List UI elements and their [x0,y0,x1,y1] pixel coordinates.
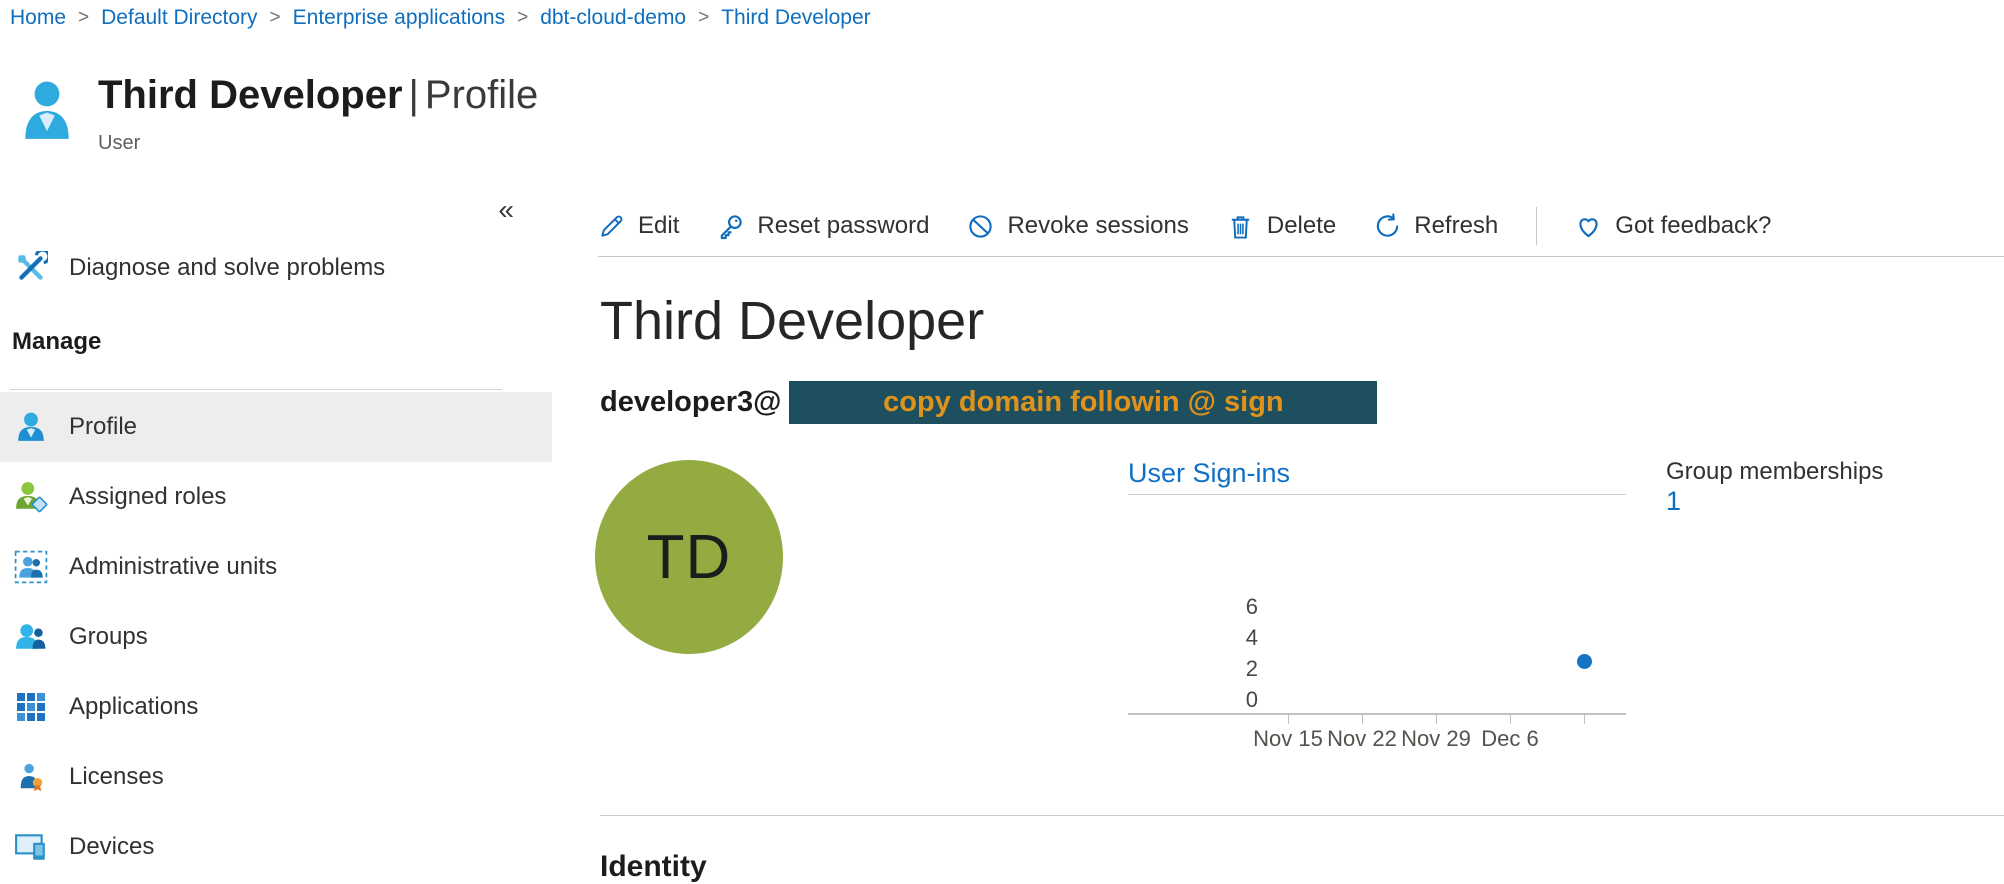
sidebar-divider [10,389,502,390]
page-title: Third Developer|Profile [98,72,538,118]
pencil-icon [598,213,625,240]
toolbar-button-label: Refresh [1414,212,1498,240]
toolbar-divider [1536,207,1537,245]
domain-redaction-overlay: copy domain followin @ sign [789,381,1377,424]
delete-button[interactable]: Delete [1227,212,1336,240]
block-icon [967,213,994,240]
sidebar-item-licenses[interactable]: Licenses [0,742,552,812]
toolbar-button-label: Reset password [757,212,929,240]
chevron-right-icon: > [517,7,528,29]
chart-y-tick-label: 4 [1128,625,1258,651]
toolbar-button-label: Edit [638,212,679,240]
sidebar-item-label: Assigned roles [69,483,226,511]
assigned-roles-icon [12,479,49,516]
chart-x-tick [1510,715,1511,724]
user-display-name: Third Developer [600,290,984,352]
groups-icon [12,619,49,656]
breadcrumb-link-enterprise-applications[interactable]: Enterprise applications [293,6,505,30]
chart-y-tick-label: 2 [1128,656,1258,682]
sidebar: « Diagnose and solve problems Manage Pro… [0,186,552,884]
page-header: Third Developer|Profile User [22,72,538,155]
refresh-button[interactable]: Refresh [1374,212,1498,240]
sidebar-collapse-button[interactable]: « [498,194,514,226]
sidebar-item-applications[interactable]: Applications [0,672,552,742]
breadcrumb: Home > Default Directory > Enterprise ap… [10,6,871,30]
sidebar-item-label: Groups [69,623,148,651]
key-icon [717,213,744,240]
object-type-label: User [98,132,538,155]
avatar: TD [595,460,783,654]
page-title-subtitle: Profile [425,73,538,117]
toolbar-button-label: Delete [1267,212,1336,240]
toolbar-button-label: Revoke sessions [1007,212,1188,240]
chart-data-point [1577,654,1592,669]
chart-y-tick-label: 0 [1128,687,1258,713]
sidebar-item-devices[interactable]: Devices [0,812,552,882]
sidebar-item-assigned-roles[interactable]: Assigned roles [0,462,552,532]
chart-x-tick [1288,715,1289,724]
breadcrumb-link-third-developer[interactable]: Third Developer [721,6,870,30]
sidebar-section-manage: Manage [12,328,101,356]
user-principal-name: developer3@ copy domain followin @ sign [600,381,1377,424]
chart-title-link[interactable]: User Sign-ins [1128,458,1290,488]
chevron-right-icon: > [270,7,281,29]
sidebar-item-label: Administrative units [69,553,277,581]
sidebar-item-label: Diagnose and solve problems [69,254,385,282]
group-memberships-count-link[interactable]: 1 [1666,486,1681,516]
trash-icon [1227,213,1254,240]
chart-y-tick-label: 6 [1128,594,1258,620]
breadcrumb-link-default-directory[interactable]: Default Directory [101,6,257,30]
user-icon [12,409,49,446]
identity-section-heading: Identity [600,850,707,884]
sidebar-item-label: Profile [69,413,137,441]
edit-button[interactable]: Edit [598,212,679,240]
group-memberships-block: Group memberships 1 [1666,458,1883,517]
chart-title-divider [1128,494,1626,495]
username-prefix: developer3@ [600,386,781,419]
sidebar-nav: Profile Assigned roles [0,392,552,882]
devices-icon [12,829,49,866]
reset-password-button[interactable]: Reset password [717,212,929,240]
applications-grid-icon [12,689,49,726]
toolbar-button-label: Got feedback? [1615,212,1771,240]
refresh-icon [1374,213,1401,240]
user-sign-ins-chart: User Sign-ins 6420Nov 15Nov 22Nov 29Dec … [1128,458,1626,778]
avatar-initials: TD [647,522,732,593]
breadcrumb-link-home[interactable]: Home [10,6,66,30]
chevron-right-icon: > [698,7,709,29]
toolbar: Edit Reset password Revoke sessions Dele… [598,196,2004,257]
chart-x-tick [1584,715,1585,724]
sidebar-item-label: Devices [69,833,154,861]
section-divider [600,815,2004,816]
wrench-screwdriver-icon [12,250,49,287]
page-title-separator: | [403,73,425,117]
sidebar-item-label: Licenses [69,763,164,791]
chart-x-tick-label: Dec 6 [1460,726,1560,752]
redaction-note-text: copy domain followin @ sign [883,386,1283,419]
admin-units-icon [12,549,49,586]
chevron-right-icon: > [78,7,89,29]
heart-icon [1575,213,1602,240]
chart-x-tick [1362,715,1363,724]
licenses-icon [12,759,49,796]
revoke-sessions-button[interactable]: Revoke sessions [967,212,1188,240]
chart-x-axis [1128,713,1626,715]
user-avatar-icon [22,80,72,142]
sidebar-item-label: Applications [69,693,198,721]
chart-x-tick [1436,715,1437,724]
breadcrumb-link-dbt-cloud-demo[interactable]: dbt-cloud-demo [540,6,686,30]
got-feedback-button[interactable]: Got feedback? [1575,212,1771,240]
sidebar-item-groups[interactable]: Groups [0,602,552,672]
sidebar-item-diagnose-and-solve-problems[interactable]: Diagnose and solve problems [0,238,552,298]
page-title-name: Third Developer [98,73,403,117]
sidebar-item-administrative-units[interactable]: Administrative units [0,532,552,602]
sidebar-item-profile[interactable]: Profile [0,392,552,462]
group-memberships-label: Group memberships [1666,458,1883,486]
